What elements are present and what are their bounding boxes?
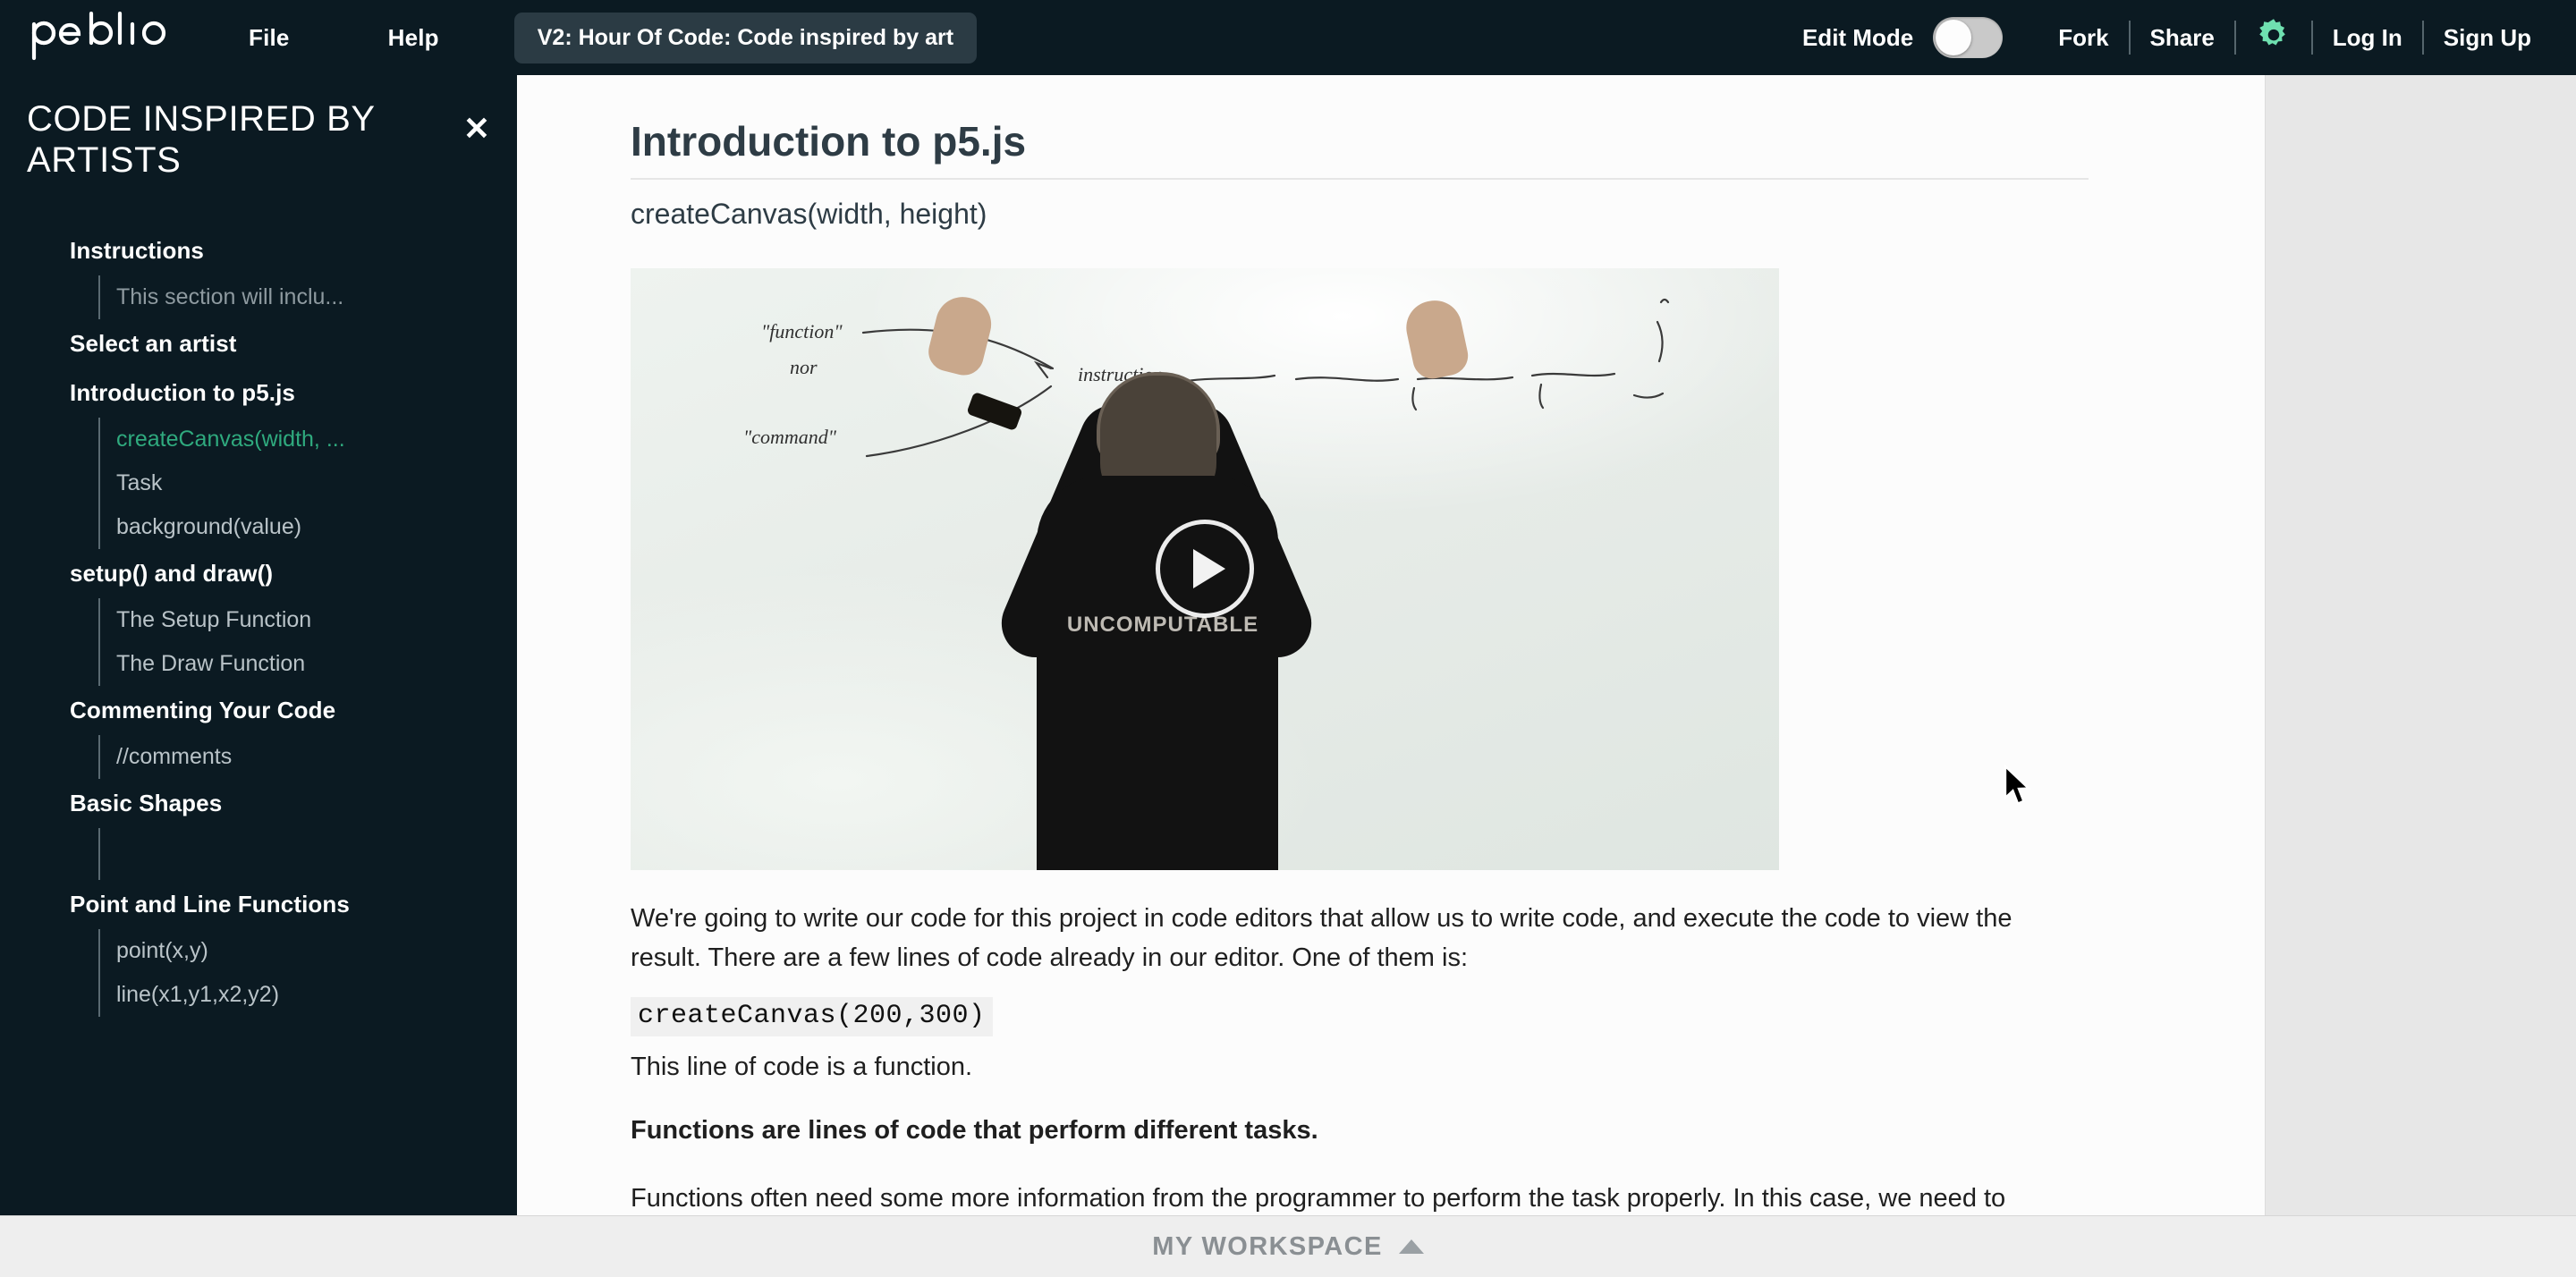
toc-children: The Setup Function The Draw Function	[98, 597, 517, 686]
play-icon[interactable]	[1156, 520, 1254, 619]
sidebar-item-background[interactable]: background(value)	[100, 505, 517, 549]
toc-children: createCanvas(width, ... Task background(…	[98, 417, 517, 549]
sidebar-table-of-contents: CODE INSPIRED BY ARTISTS ✕ Instructions …	[0, 75, 517, 1215]
paragraph-2: This line of code is a function.	[631, 1053, 973, 1082]
toc-children: //comments	[98, 734, 517, 779]
sidebar-section-basic-shapes[interactable]: Basic Shapes	[0, 779, 517, 828]
peblio-logo[interactable]	[29, 11, 190, 64]
sidebar-section-point-and-line-functions[interactable]: Point and Line Functions	[0, 880, 517, 929]
header-actions: Edit Mode Fork Share Log In Sign Up	[1802, 0, 2551, 75]
sidebar-title: CODE INSPIRED BY ARTISTS	[27, 99, 375, 181]
paragraph-3-bold: Functions are lines of code that perform…	[631, 1116, 1318, 1146]
close-icon[interactable]: ✕	[463, 113, 490, 145]
sidebar-item-task[interactable]: Task	[100, 461, 517, 505]
play-triangle	[1193, 549, 1225, 589]
sidebar-section-commenting-your-code[interactable]: Commenting Your Code	[0, 686, 517, 735]
file-menu-button[interactable]: File	[240, 17, 299, 59]
right-gutter-panel	[2265, 75, 2576, 1215]
tshirt-text: UNCOMPUTABLE	[1066, 612, 1259, 637]
sidebar-item-line[interactable]: line(x1,y1,x2,y2)	[100, 973, 517, 1017]
sidebar-item-createcanvas[interactable]: createCanvas(width, ...	[100, 418, 517, 461]
settings-button[interactable]	[2236, 16, 2311, 60]
workspace-label: MY WORKSPACE	[1152, 1231, 1383, 1261]
inline-code-snippet: createCanvas(200,300)	[631, 997, 993, 1037]
sidebar-section-select-an-artist[interactable]: Select an artist	[0, 319, 517, 368]
video-player[interactable]: "function" nor "command" instruction UNC…	[631, 267, 1779, 870]
edit-mode-label: Edit Mode	[1801, 23, 1914, 51]
chevron-up-icon[interactable]	[1398, 1239, 1424, 1254]
page-title: Introduction to p5.js	[631, 118, 2089, 180]
paragraph-1: We're going to write our code for this p…	[631, 903, 2012, 972]
gear-icon	[2254, 16, 2293, 60]
login-button[interactable]: Log In	[2313, 24, 2422, 52]
sidebar-item-instructions-0[interactable]: This section will inclu...	[100, 275, 517, 319]
content-inner: Introduction to p5.js createCanvas(width…	[517, 75, 2265, 1215]
sidebar-section-introduction-to-p5js[interactable]: Introduction to p5.js	[0, 368, 517, 418]
svg-text:nor: nor	[790, 356, 818, 378]
sidebar-item-the-draw-function[interactable]: The Draw Function	[100, 642, 517, 686]
sidebar-item-point[interactable]: point(x,y)	[100, 929, 517, 973]
share-button[interactable]: Share	[2131, 24, 2234, 52]
app-root: File Help V2: Hour Of Code: Code inspire…	[0, 0, 2576, 1277]
signup-button[interactable]: Sign Up	[2424, 24, 2551, 52]
sidebar-item-comments[interactable]: //comments	[100, 735, 517, 779]
svg-text:"command": "command"	[743, 426, 837, 448]
top-header-bar: File Help V2: Hour Of Code: Code inspire…	[0, 0, 2576, 75]
document-title[interactable]: V2: Hour Of Code: Code inspired by art	[513, 12, 978, 63]
help-menu-button[interactable]: Help	[379, 17, 448, 59]
fork-button[interactable]: Fork	[2038, 24, 2128, 52]
sidebar-section-setup-and-draw[interactable]: setup() and draw()	[0, 549, 517, 598]
toc-children: point(x,y) line(x1,y1,x2,y2)	[98, 928, 517, 1017]
svg-text:"function": "function"	[761, 320, 843, 343]
sidebar-section-instructions[interactable]: Instructions	[0, 226, 517, 275]
edit-mode-toggle[interactable]	[1933, 17, 2004, 58]
toc-list: Instructions This section will inclu... …	[0, 226, 517, 1017]
paragraph-4: Functions often need some more informati…	[631, 1184, 2006, 1214]
toc-children: This section will inclu...	[98, 275, 517, 319]
my-workspace-bar[interactable]: MY WORKSPACE	[0, 1215, 2576, 1277]
person-torso	[1037, 475, 1278, 870]
toc-children	[98, 827, 517, 880]
section-subtitle: createCanvas(width, height)	[631, 197, 987, 230]
main-content-area: Introduction to p5.js createCanvas(width…	[517, 75, 2265, 1215]
sidebar-item-the-setup-function[interactable]: The Setup Function	[100, 598, 517, 642]
toggle-knob	[1936, 20, 1972, 55]
